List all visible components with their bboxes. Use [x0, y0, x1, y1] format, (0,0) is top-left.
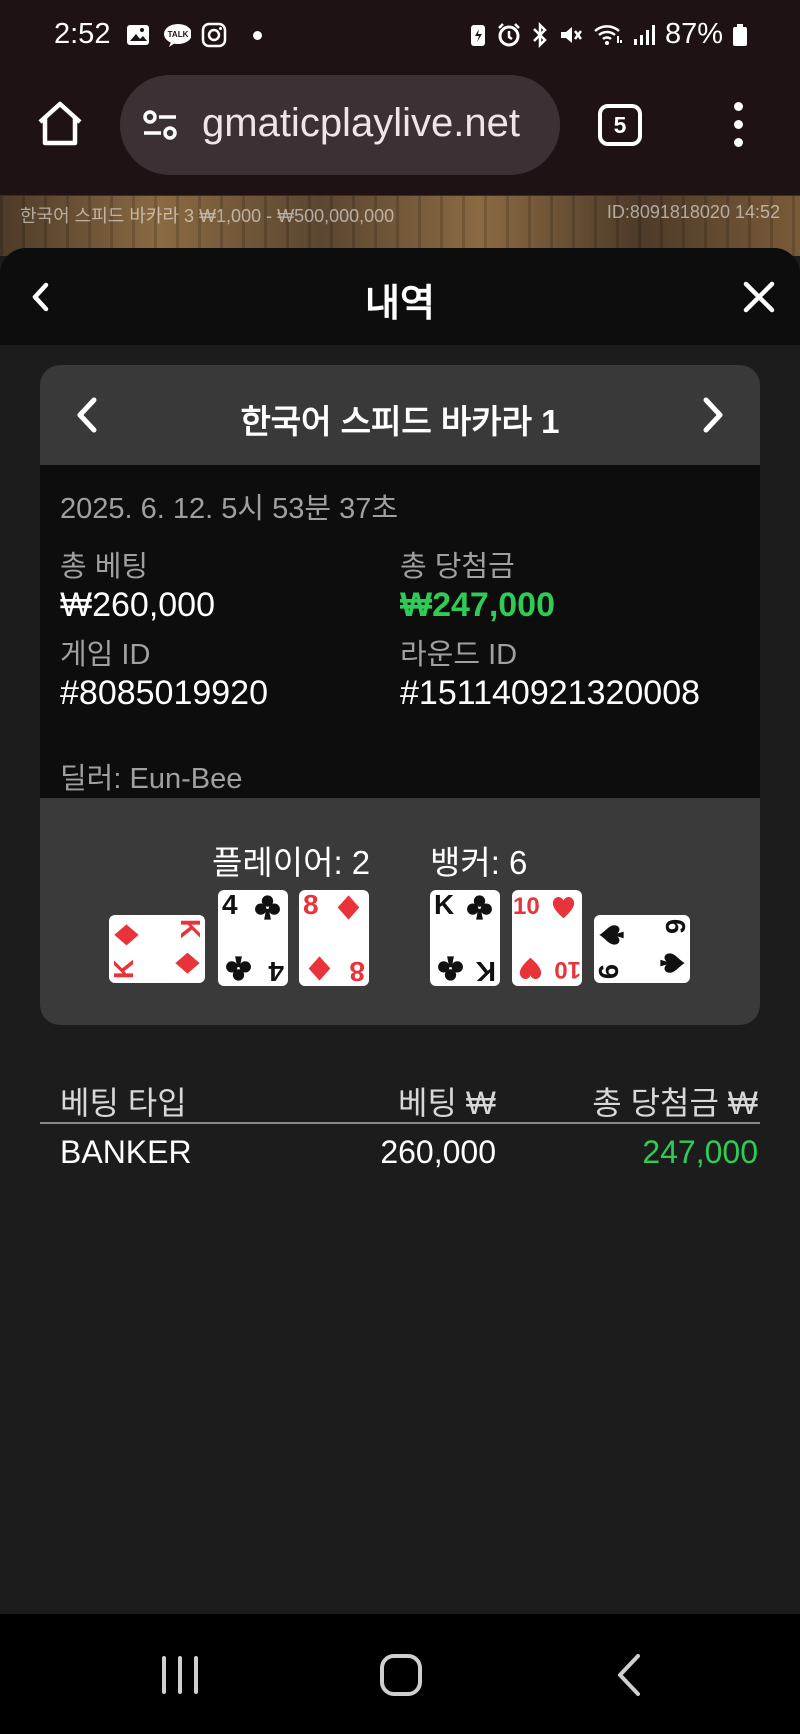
banker-card: 66 — [594, 915, 690, 983]
card-rank: 10 — [513, 893, 540, 920]
modal-header: 내역 — [0, 248, 800, 345]
table-row: BANKER 260,000 247,000 — [40, 1124, 760, 1180]
card-rank: 10 — [554, 956, 581, 983]
player-card: 88 — [299, 890, 369, 986]
wifi-icon — [594, 24, 622, 45]
battery-percent: 87% — [664, 18, 723, 50]
signal-icon — [633, 24, 655, 45]
game-background-strip: 한국어 스피드 바카라 3 ₩1,000 - ₩500,000,000 ID:8… — [0, 196, 800, 256]
spade-suit-icon — [660, 953, 685, 973]
diamond-suit-icon — [337, 895, 360, 920]
card-rank: K — [434, 890, 454, 920]
card-rank: K — [109, 959, 139, 979]
battery-icon — [733, 23, 747, 46]
dot-icon — [253, 30, 262, 40]
club-suit-icon — [438, 956, 463, 981]
diamond-suit-icon — [114, 924, 139, 946]
alarm-icon — [498, 22, 520, 46]
card-rank: 8 — [349, 956, 365, 986]
player-card: 44 — [218, 890, 288, 986]
bluetooth-icon — [533, 21, 547, 48]
banker-card: 10 10 — [512, 890, 582, 986]
banker-card: KK — [430, 890, 500, 986]
system-nav-bar — [0, 1614, 800, 1734]
header-bet-amount: 베팅 ₩ — [398, 1085, 496, 1121]
total-win-label: 총 당첨금 — [400, 551, 515, 583]
round-details: 2025. 6. 12. 5시 53분 37초 총 베팅 ₩260,000 총 … — [40, 465, 760, 798]
game-navigator: 한국어 스피드 바카라 1 — [40, 365, 760, 465]
diamond-suit-icon — [175, 952, 200, 974]
url-text[interactable]: gmaticplaylive.net — [202, 101, 548, 146]
gallery-icon — [127, 25, 149, 45]
bet-amount-cell: 260,000 — [380, 1134, 496, 1170]
home-icon[interactable] — [34, 98, 86, 150]
bets-table: 베팅 타입 베팅 ₩ 총 당첨금 ₩ BANKER 260,000 247,00… — [40, 1068, 760, 1180]
recent-apps-icon[interactable] — [150, 1652, 210, 1698]
instagram-icon — [201, 22, 227, 48]
card-rank: 4 — [268, 956, 284, 986]
win-amount-cell: 247,000 — [642, 1134, 758, 1170]
system-icons: 87% — [469, 18, 748, 51]
card-rank: 4 — [222, 890, 238, 920]
modal-title: 내역 — [365, 283, 435, 325]
card-rank: 6 — [594, 964, 624, 979]
more-menu-icon[interactable] — [728, 102, 748, 148]
svg-text:TALK: TALK — [168, 30, 189, 39]
round-datetime: 2025. 6. 12. 5시 53분 37초 — [60, 493, 399, 525]
bet-type-cell: BANKER — [60, 1134, 192, 1170]
back-nav-icon[interactable] — [600, 1652, 660, 1698]
round-id-value: #151140921320008 — [400, 674, 701, 712]
next-game-icon[interactable] — [700, 395, 726, 435]
round-id-label: 라운드 ID — [400, 639, 518, 671]
player-score: 플레이어: 2 — [212, 844, 371, 881]
heart-suit-icon — [552, 896, 575, 919]
club-suit-icon — [226, 956, 251, 981]
game-id-value: #8085019920 — [60, 674, 269, 712]
game-strip-id: ID:8091818020 14:52 — [606, 202, 780, 222]
card-rank: 8 — [303, 890, 319, 920]
address-bar[interactable]: gmaticplaylive.net — [120, 75, 560, 175]
header-bet-type: 베팅 타입 — [60, 1085, 187, 1121]
total-bet-label: 총 베팅 — [60, 551, 149, 583]
spade-suit-icon — [599, 925, 624, 945]
close-icon[interactable] — [742, 280, 776, 314]
total-win-value: ₩247,000 — [400, 586, 555, 624]
card-rank: K — [175, 919, 205, 939]
status-bar: 2:52 TALK 87% — [0, 0, 800, 72]
browser-toolbar: gmaticplaylive.net 5 — [0, 72, 800, 196]
club-suit-icon — [467, 895, 492, 920]
game-name: 한국어 스피드 바카라 1 — [240, 403, 560, 440]
tab-switcher-button[interactable]: 5 — [598, 104, 642, 146]
header-total-win: 총 당첨금 ₩ — [592, 1085, 758, 1121]
total-bet-value: ₩260,000 — [60, 586, 215, 624]
heart-suit-icon — [519, 957, 542, 980]
card-rank: 6 — [660, 919, 690, 934]
round-detail-card: 한국어 스피드 바카라 1 2025. 6. 12. 5시 53분 37초 총 … — [40, 365, 760, 1025]
status-time: 2:52 — [54, 18, 111, 50]
history-modal: 내역 한국어 스피드 바카라 1 2025. 6. 12. 5시 53분 37초… — [0, 248, 800, 1614]
player-card: KK — [109, 915, 205, 983]
dealer-name: 딜러: Eun-Bee — [60, 763, 243, 795]
diamond-suit-icon — [308, 956, 331, 981]
site-settings-icon[interactable] — [140, 105, 180, 145]
notification-icons: TALK — [125, 22, 262, 48]
battery-saver-icon — [470, 24, 485, 46]
game-id-label: 게임 ID — [60, 639, 151, 671]
bets-table-header: 베팅 타입 베팅 ₩ 총 당첨금 ₩ — [40, 1068, 760, 1124]
game-strip-info: 한국어 스피드 바카라 3 ₩1,000 - ₩500,000,000 — [20, 206, 395, 226]
mute-icon — [560, 26, 582, 43]
club-suit-icon — [255, 895, 280, 920]
card-rank: K — [476, 956, 496, 986]
home-nav-icon[interactable] — [372, 1652, 432, 1698]
kakaotalk-icon: TALK — [164, 24, 191, 47]
round-result: 플레이어: 2 뱅커: 6 K K 4 4 8 8 K K 10 10 6 6 — [40, 798, 760, 1025]
banker-score: 뱅커: 6 — [430, 844, 528, 881]
